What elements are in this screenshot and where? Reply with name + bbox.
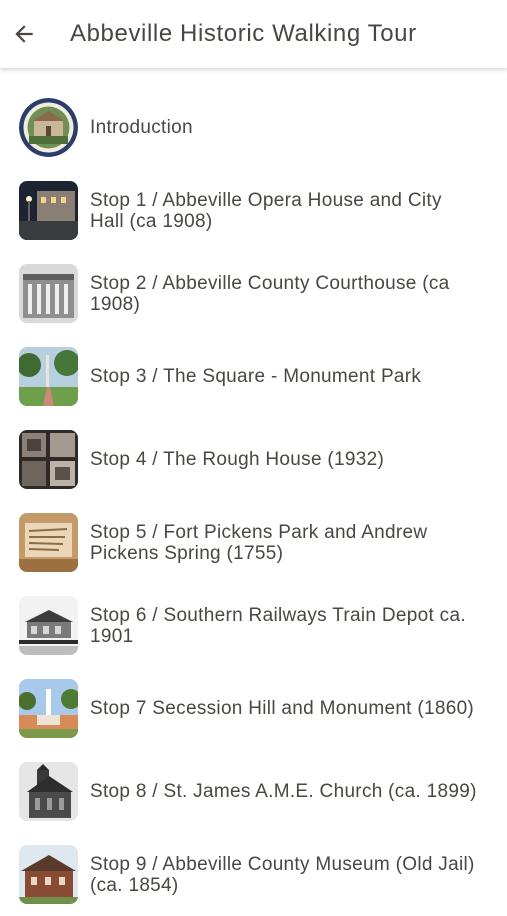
tour-stop-list: Introduction Stop 1 / Abbeville Opera Ho… xyxy=(0,86,507,916)
list-item-stop-2[interactable]: Stop 2 / Abbeville County Courthouse (ca… xyxy=(0,252,507,335)
list-item-label: Introduction xyxy=(90,117,193,138)
back-button[interactable] xyxy=(4,14,44,54)
page-title: Abbeville Historic Walking Tour xyxy=(70,20,417,47)
stop-2-thumbnail xyxy=(19,264,78,323)
list-item-stop-5[interactable]: Stop 5 / Fort Pickens Park and Andrew Pi… xyxy=(0,501,507,584)
list-item-label: Stop 6 / Southern Railways Train Depot c… xyxy=(90,604,466,647)
stop-5-thumbnail xyxy=(19,513,78,572)
list-item-label: Stop 3 / The Square - Monument Park xyxy=(90,366,422,387)
stop-1-thumbnail xyxy=(19,181,78,240)
stop-4-thumbnail xyxy=(19,430,78,489)
list-item-label: Stop 8 / St. James A.M.E. Church (ca. 18… xyxy=(90,781,477,802)
stop-8-thumbnail xyxy=(19,762,78,821)
stop-7-thumbnail xyxy=(19,679,78,738)
list-item-label: Stop 1 / Abbeville Opera House and City … xyxy=(90,189,442,232)
arrow-left-icon xyxy=(15,25,33,43)
list-item-label: Stop 9 / Abbeville County Museum (Old Ja… xyxy=(90,853,475,896)
list-item-stop-4[interactable]: Stop 4 / The Rough House (1932) xyxy=(0,418,507,501)
introduction-thumbnail xyxy=(19,98,78,157)
list-item-stop-6[interactable]: Stop 6 / Southern Railways Train Depot c… xyxy=(0,584,507,667)
list-item-label: Stop 2 / Abbeville County Courthouse (ca… xyxy=(90,272,450,315)
list-item-label: Stop 4 / The Rough House (1932) xyxy=(90,449,385,470)
list-item-stop-3[interactable]: Stop 3 / The Square - Monument Park xyxy=(0,335,507,418)
list-item-stop-7[interactable]: Stop 7 Secession Hill and Monument (1860… xyxy=(0,667,507,750)
stop-9-thumbnail xyxy=(19,845,78,904)
stop-6-thumbnail xyxy=(19,596,78,655)
list-item-introduction[interactable]: Introduction xyxy=(0,86,507,169)
list-item-stop-8[interactable]: Stop 8 / St. James A.M.E. Church (ca. 18… xyxy=(0,750,507,833)
list-item-stop-9[interactable]: Stop 9 / Abbeville County Museum (Old Ja… xyxy=(0,833,507,916)
list-item-stop-1[interactable]: Stop 1 / Abbeville Opera House and City … xyxy=(0,169,507,252)
list-item-label: Stop 7 Secession Hill and Monument (1860… xyxy=(90,698,475,719)
list-item-label: Stop 5 / Fort Pickens Park and Andrew Pi… xyxy=(90,521,428,564)
app-bar: Abbeville Historic Walking Tour xyxy=(0,0,507,68)
stop-3-thumbnail xyxy=(19,347,78,406)
